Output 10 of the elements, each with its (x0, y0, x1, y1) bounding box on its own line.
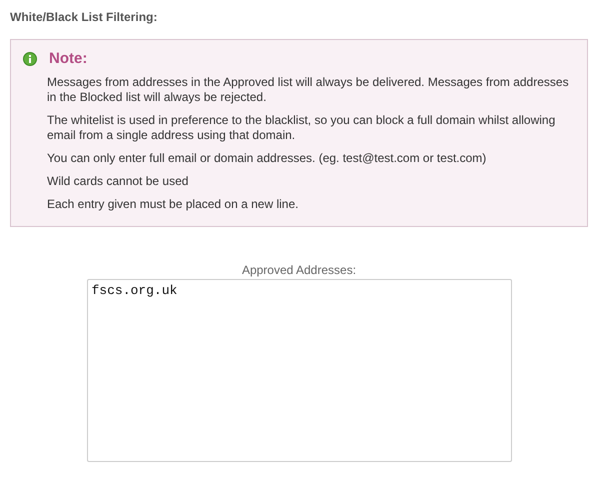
note-title: Note: (49, 50, 88, 67)
note-text: The whitelist is used in preference to the blacklist, so you can block a full domain whilst allowing email from a single address using that domain. (47, 113, 556, 143)
note-text: Each entry given must be placed on a new line. (47, 197, 300, 212)
note-text: Messages from addresses in the Approved list will always be delivered. Messages from addresses in the Blocked list will always be rejected. (47, 75, 570, 105)
field-label: Approved Addresses: (242, 263, 356, 277)
section-heading: White/Black List Filtering: (10, 10, 158, 25)
note-text: You can only enter full email or domain addresses. (eg. test@test.com or test.com) (47, 151, 488, 166)
info-icon (23, 52, 37, 66)
note-text: Wild cards cannot be used (47, 174, 190, 189)
approved-addresses-field[interactable]: fscs.org.uk (86, 279, 512, 462)
